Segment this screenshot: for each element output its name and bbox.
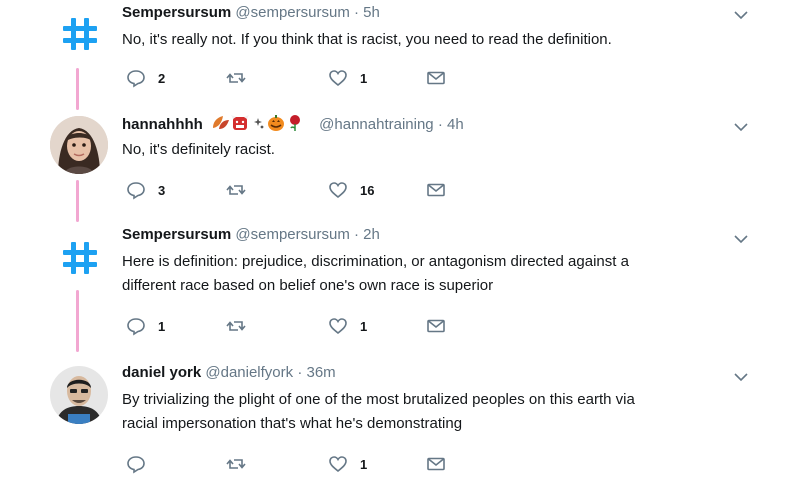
envelope-icon: [427, 457, 445, 471]
like-count: 1: [360, 70, 368, 86]
tweet[interactable]: hannahhhh @hannahtraining · 4h No, it's …: [0, 110, 800, 220]
like-button[interactable]: 1: [328, 315, 367, 337]
reply-count: 1: [158, 318, 166, 334]
reply-button[interactable]: [126, 453, 158, 475]
envelope-icon: [427, 183, 445, 197]
avatar[interactable]: [50, 116, 108, 174]
sparkles-emoji: [254, 118, 264, 129]
timestamp[interactable]: 4h: [447, 116, 464, 133]
like-count: 1: [360, 318, 368, 334]
timestamp[interactable]: 5h: [363, 4, 380, 21]
hashtag-icon[interactable]: [60, 14, 100, 54]
heart-icon: [329, 318, 347, 335]
tweet-text: Here is definition: prejudice, discrimin…: [122, 250, 742, 298]
retweet-icon: [226, 321, 246, 331]
user-photo: [50, 116, 108, 174]
heart-icon: [329, 182, 347, 199]
display-name[interactable]: Sempersursum: [122, 226, 231, 243]
tweet[interactable]: Sempersursum @sempersursum · 5h No, it's…: [0, 0, 800, 100]
user-handle[interactable]: @sempersursum: [235, 226, 349, 243]
tweet-text-line: No, it's really not. If you think that i…: [122, 31, 612, 48]
tweet-text: No, it's really not. If you think that i…: [122, 28, 742, 52]
user-handle[interactable]: @hannahtraining: [319, 116, 433, 133]
jack-o-lantern-emoji: [268, 115, 284, 131]
heart-icon: [329, 456, 347, 473]
retweet-button[interactable]: [226, 453, 258, 475]
reply-icon: [127, 70, 145, 88]
tweet-actions: 1: [126, 453, 526, 475]
reply-icon: [127, 182, 145, 200]
like-button[interactable]: 1: [328, 453, 367, 475]
like-button[interactable]: 1: [328, 67, 367, 89]
tweet-text-line: No, it's definitely racist.: [122, 141, 275, 158]
leaves-emoji: [213, 116, 229, 129]
chevron-down-icon[interactable]: [734, 8, 748, 22]
chevron-down-icon[interactable]: [734, 370, 748, 384]
direct-message-button[interactable]: [426, 453, 446, 475]
retweet-icon: [226, 459, 246, 469]
user-handle[interactable]: @danielfyork: [205, 364, 293, 381]
rose-emoji: [290, 115, 300, 131]
separator: ·: [437, 116, 443, 133]
tweet-header: hannahhhh @hannahtraining · 4h: [122, 114, 464, 136]
envelope-icon: [427, 319, 445, 333]
separator: ·: [353, 226, 359, 243]
tweet-header: Sempersursum @sempersursum · 2h: [122, 226, 380, 243]
direct-message-button[interactable]: [426, 179, 446, 201]
envelope-icon: [427, 71, 445, 85]
tweet-header: daniel york @danielfyork · 36m: [122, 364, 336, 381]
chevron-down-icon[interactable]: [734, 120, 748, 134]
user-handle[interactable]: @sempersursum: [235, 4, 349, 21]
heart-icon: [329, 70, 347, 87]
reply-count: 3: [158, 182, 166, 198]
tweet-text: No, it's definitely racist.: [122, 138, 742, 162]
chevron-down-icon[interactable]: [734, 232, 748, 246]
reply-icon: [127, 456, 145, 474]
retweet-icon: [226, 73, 246, 83]
separator: ·: [353, 4, 359, 21]
tweet-text: By trivializing the plight of one of the…: [122, 388, 742, 436]
timestamp[interactable]: 36m: [307, 364, 336, 381]
tweet-text-line: racial impersonation that's what he's de…: [122, 415, 463, 432]
retweet-icon: [226, 185, 246, 195]
reply-button[interactable]: 2: [126, 67, 165, 89]
tweet[interactable]: Sempersursum @sempersursum · 2h Here is …: [0, 222, 800, 350]
tweet-text-line: Here is definition: prejudice, discrimin…: [122, 253, 629, 270]
direct-message-button[interactable]: [426, 315, 446, 337]
reply-count: 2: [158, 70, 166, 86]
ogre-mask-emoji: [231, 115, 249, 130]
reply-button[interactable]: 1: [126, 315, 165, 337]
like-count: 16: [360, 182, 375, 198]
timestamp[interactable]: 2h: [363, 226, 380, 243]
tweet-text-line: By trivializing the plight of one of the…: [122, 391, 635, 408]
tweet-text-line: different race based on belief one's own…: [122, 277, 494, 294]
tweet[interactable]: daniel york @danielfyork · 36m By trivia…: [0, 360, 800, 486]
tweet-actions: 2 1: [126, 67, 526, 89]
user-photo: [50, 366, 108, 424]
separator: ·: [297, 364, 303, 381]
like-button[interactable]: 16: [328, 179, 374, 201]
avatar[interactable]: [50, 366, 108, 424]
tweet-header: Sempersursum @sempersursum · 5h: [122, 4, 380, 21]
tweet-actions: 3 16: [126, 179, 526, 201]
hashtag-icon[interactable]: [60, 238, 100, 278]
retweet-button[interactable]: [226, 67, 258, 89]
tweet-actions: 1 1: [126, 315, 526, 337]
like-count: 1: [360, 456, 368, 472]
retweet-button[interactable]: [226, 179, 258, 201]
display-name[interactable]: Sempersursum: [122, 4, 231, 21]
display-name[interactable]: hannahhhh: [122, 116, 203, 133]
direct-message-button[interactable]: [426, 67, 446, 89]
retweet-button[interactable]: [226, 315, 258, 337]
reply-button[interactable]: 3: [126, 179, 165, 201]
name-emojis: [211, 114, 311, 136]
reply-icon: [127, 318, 145, 336]
display-name[interactable]: daniel york: [122, 364, 201, 381]
